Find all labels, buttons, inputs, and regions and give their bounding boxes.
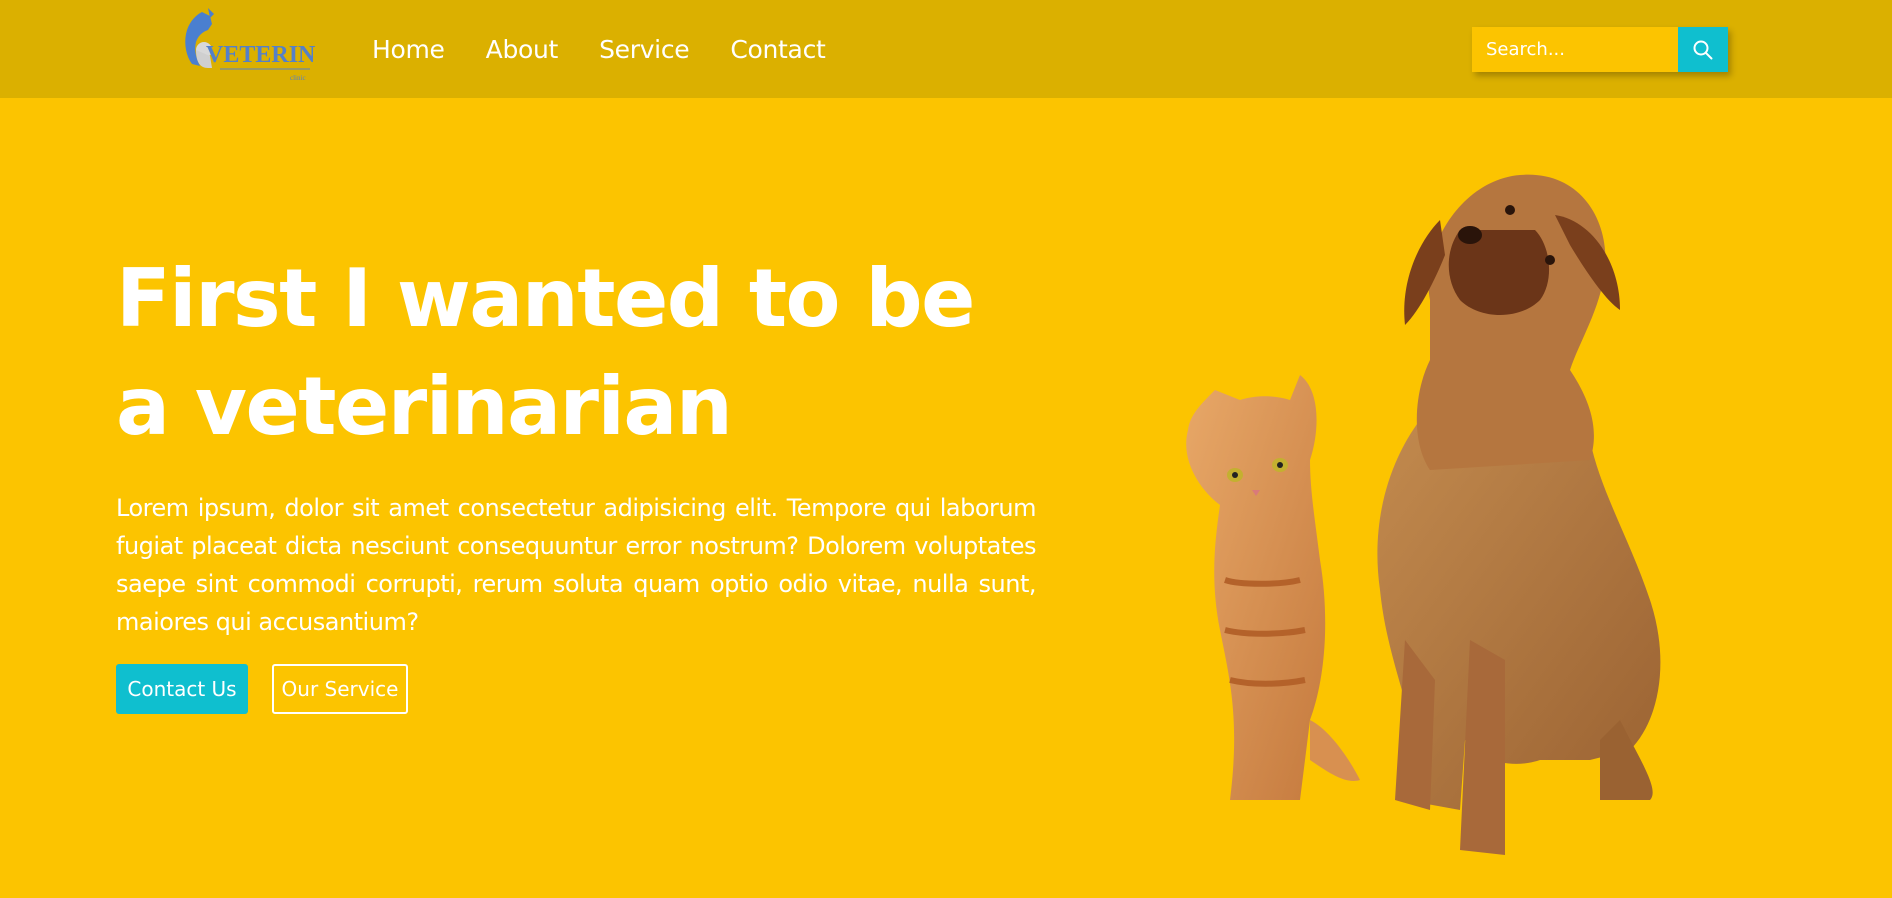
our-service-button[interactable]: Our Service bbox=[272, 664, 408, 714]
hero-title: First I wanted to be a veterinarian bbox=[116, 245, 1016, 461]
search-input[interactable] bbox=[1472, 27, 1678, 72]
cat-and-dog-image bbox=[1186, 174, 1661, 855]
search-icon bbox=[1693, 40, 1713, 59]
dog-illustration bbox=[1377, 174, 1661, 855]
nav-link-service[interactable]: Service bbox=[599, 35, 690, 64]
hero-title-line-2: a veterinarian bbox=[116, 360, 733, 453]
nav-link-contact[interactable]: Contact bbox=[730, 35, 825, 64]
svg-text:VETERINARY: VETERINARY bbox=[206, 42, 315, 68]
svg-text:clinic: clinic bbox=[290, 74, 306, 82]
search-bar bbox=[1472, 27, 1728, 72]
nav-link-about[interactable]: About bbox=[486, 35, 559, 64]
hero-buttons: Contact Us Our Service bbox=[116, 664, 408, 714]
contact-us-button[interactable]: Contact Us bbox=[116, 664, 248, 714]
hero-title-line-1: First I wanted to be bbox=[116, 252, 975, 345]
hero-description: Lorem ipsum, dolor sit amet consectetur … bbox=[116, 494, 1037, 636]
nav-link-home[interactable]: Home bbox=[372, 35, 445, 64]
veterinary-logo[interactable]: VETERINARY clinic bbox=[170, 6, 315, 86]
navbar: VETERINARY clinic Home About Service Con… bbox=[0, 0, 1892, 98]
main-nav: Home About Service Contact bbox=[372, 0, 867, 98]
search-button[interactable] bbox=[1678, 27, 1728, 72]
cat-illustration bbox=[1186, 375, 1360, 800]
